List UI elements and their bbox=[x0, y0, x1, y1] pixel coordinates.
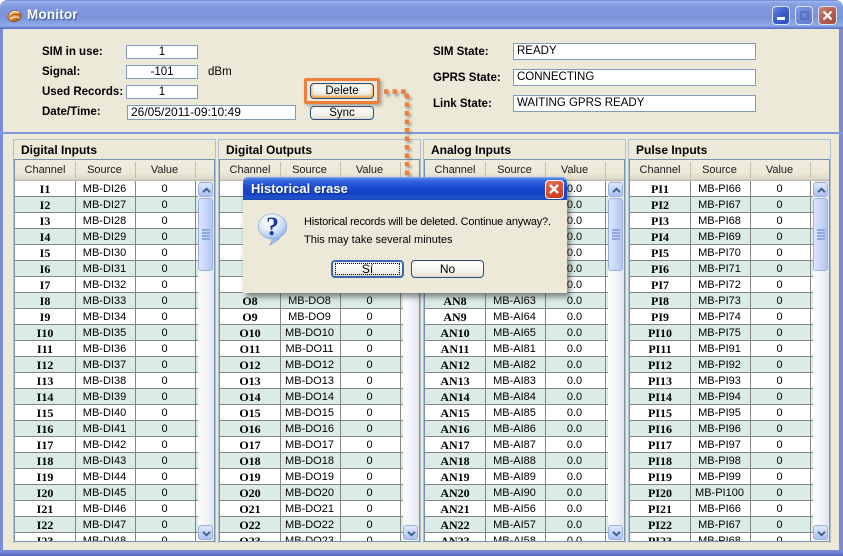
svg-text:?: ? bbox=[266, 212, 279, 241]
